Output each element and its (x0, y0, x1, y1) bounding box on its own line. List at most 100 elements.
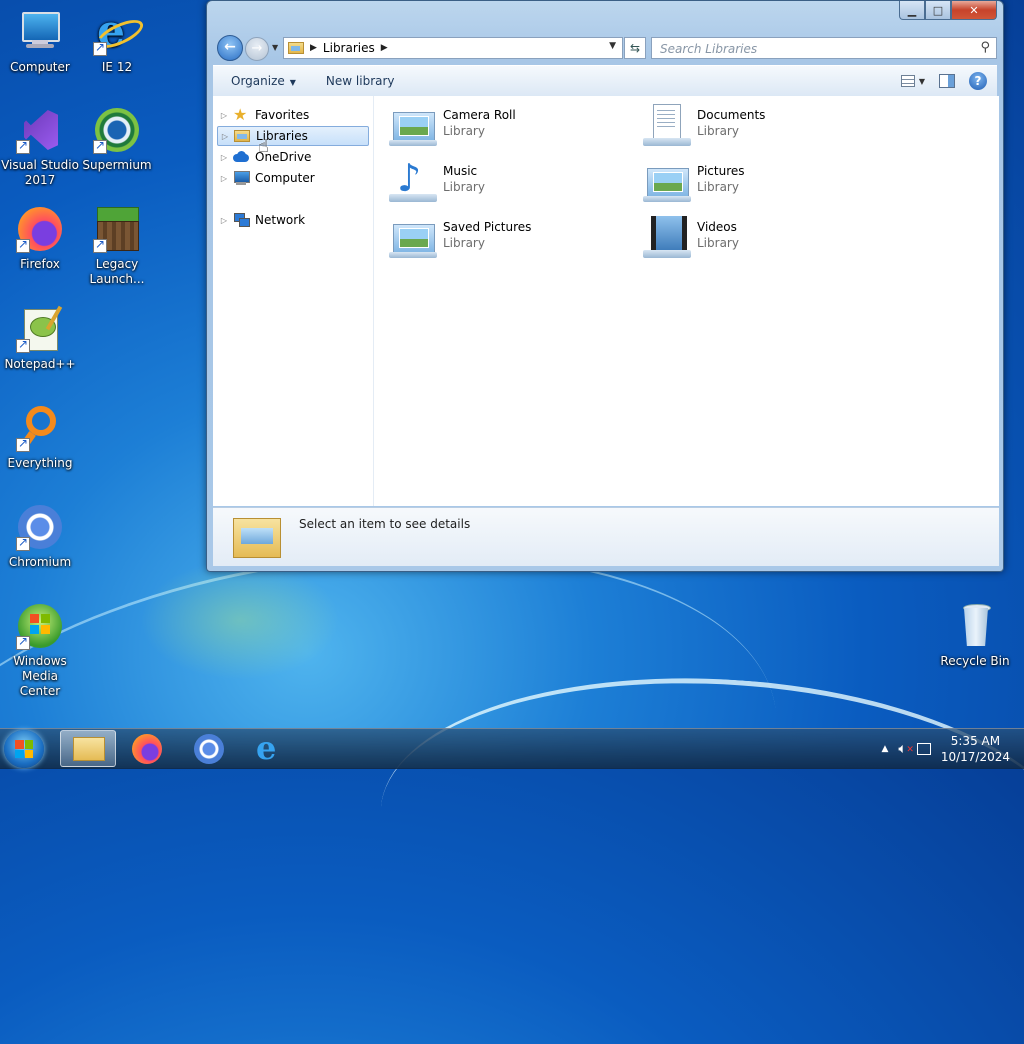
navigation-bar: ← → ▼ ▶ Libraries ▶ ▼ ⇆ ⚲ (215, 35, 997, 61)
refresh-button[interactable]: ⇆ (624, 37, 646, 59)
firefox-icon (16, 205, 64, 253)
start-button[interactable] (4, 730, 44, 768)
expand-arrow-icon[interactable]: ▷ (217, 111, 231, 120)
expand-arrow-icon[interactable]: ▷ (217, 216, 231, 225)
library-name: Documents (697, 108, 766, 122)
chevron-right-icon[interactable]: ▶ (381, 43, 388, 53)
breadcrumb-libraries[interactable]: Libraries (323, 41, 375, 55)
taskbar-firefox-button[interactable] (120, 730, 176, 767)
content-area: ▷ ★ Favorites ▷ Libraries ▷ OneDrive ▷ C… (213, 96, 999, 506)
library-item-videos[interactable]: Videos Library (643, 214, 893, 264)
libraries-folder-icon (288, 42, 304, 54)
taskbar: e ▲ 🔈︎ ✕ 5:35 AM 10/17/2024 (0, 728, 1024, 769)
search-icon[interactable]: ⚲ (980, 40, 990, 55)
desktop-icon-firefox[interactable]: Firefox (0, 205, 80, 272)
navigation-pane: ▷ ★ Favorites ▷ Libraries ▷ OneDrive ▷ C… (213, 96, 374, 506)
internet-explorer-icon: e (256, 729, 277, 767)
system-tray: ▲ 🔈︎ ✕ 5:35 AM 10/17/2024 (882, 733, 1011, 765)
address-dropdown-icon[interactable]: ▼ (609, 41, 616, 51)
clock[interactable]: 5:35 AM 10/17/2024 (941, 733, 1010, 765)
volume-muted-icon[interactable]: 🔈︎ ✕ (898, 741, 914, 757)
pictures-library-icon (389, 102, 437, 150)
desktop-icon-notepadpp[interactable]: Notepad++ (0, 305, 80, 372)
new-library-button[interactable]: New library (308, 74, 407, 88)
details-pane: Select an item to see details (213, 507, 999, 566)
desktop-icon-supermium[interactable]: Supermium (77, 106, 157, 173)
taskbar-ie-button[interactable]: e (242, 730, 298, 767)
expand-arrow-icon[interactable]: ▷ (217, 153, 231, 162)
computer-icon (233, 170, 250, 186)
nav-item-computer[interactable]: ▷ Computer (217, 168, 369, 188)
explorer-window: ▁ □ ✕ ← → ▼ ▶ Libraries ▶ ▼ ⇆ ⚲ Organize… (206, 0, 1004, 572)
library-name: Saved Pictures (443, 220, 532, 234)
desktop-icon-ie[interactable]: e IE 12 (77, 8, 157, 75)
search-input[interactable] (658, 39, 962, 59)
wallpaper-glow (140, 560, 340, 680)
library-name: Videos (697, 220, 737, 234)
expand-arrow-icon[interactable]: ▷ (217, 174, 231, 183)
new-library-label: New library (325, 74, 395, 88)
desktop-icon-label: Supermium (82, 158, 152, 172)
star-icon: ★ (233, 105, 248, 124)
nav-item-onedrive[interactable]: ▷ OneDrive (217, 147, 369, 167)
desktop-icon-recycle-bin[interactable]: Recycle Bin (935, 602, 1015, 669)
show-hidden-icons-icon[interactable]: ▲ (882, 744, 889, 754)
minimize-button[interactable]: ▁ (899, 1, 925, 20)
nav-item-favorites[interactable]: ▷ ★ Favorites (217, 105, 369, 125)
desktop-icon-label: Computer (10, 60, 70, 74)
nav-item-network[interactable]: ▷ Network (217, 210, 369, 230)
network-status-icon[interactable] (916, 743, 931, 755)
desktop-icon-visual-studio[interactable]: Visual Studio 2017 (0, 106, 80, 188)
organize-menu-button[interactable]: Organize ▼ (213, 74, 308, 88)
shortcut-arrow-icon (93, 40, 107, 56)
desktop-icon-chromium[interactable]: Chromium (0, 503, 80, 570)
taskbar-explorer-button[interactable] (60, 730, 116, 767)
search-box[interactable]: ⚲ (651, 37, 997, 59)
recent-pages-dropdown-icon[interactable]: ▼ (272, 43, 278, 52)
desktop-icon-legacy-launcher[interactable]: Legacy Launch... (77, 205, 157, 287)
chevron-down-icon: ▼ (289, 78, 296, 87)
computer-icon (16, 8, 64, 56)
library-type: Library (443, 180, 485, 194)
desktop-icon-label: Recycle Bin (940, 654, 1010, 668)
close-button[interactable]: ✕ (951, 1, 997, 20)
library-name: Pictures (697, 164, 745, 178)
details-text: Select an item to see details (299, 517, 471, 531)
minecraft-block-icon (93, 205, 141, 253)
library-item-documents[interactable]: Documents Library (643, 102, 893, 152)
network-icon (233, 212, 250, 228)
desktop-icon-everything[interactable]: Everything (0, 404, 80, 471)
desktop-icon-label: Chromium (8, 555, 72, 569)
library-item-saved-pictures[interactable]: Saved Pictures Library (389, 214, 639, 264)
supermium-icon (93, 106, 141, 154)
expand-arrow-icon[interactable]: ▷ (218, 132, 232, 141)
maximize-button[interactable]: □ (925, 1, 951, 20)
chevron-right-icon[interactable]: ▶ (310, 43, 317, 53)
shortcut-arrow-icon (93, 138, 107, 154)
nav-item-label: Network (255, 213, 306, 227)
library-item-music[interactable]: ♪ Music Library (389, 158, 639, 208)
taskbar-chromium-button[interactable] (182, 730, 238, 767)
library-type: Library (443, 236, 485, 250)
view-options-dropdown-icon[interactable]: ▼ (919, 77, 925, 86)
change-view-icon[interactable] (900, 75, 915, 87)
desktop-icon-label: Everything (7, 456, 73, 470)
internet-explorer-icon: e (93, 8, 147, 56)
chromium-icon (194, 734, 224, 764)
desktop-icon-computer[interactable]: Computer (0, 8, 80, 75)
visual-studio-icon (16, 106, 64, 154)
mouse-cursor-hand-icon: ☝ (258, 136, 269, 157)
address-bar[interactable]: ▶ Libraries ▶ ▼ (283, 37, 623, 59)
desktop-icon-windows-media-center[interactable]: Windows Media Center (0, 602, 80, 699)
help-icon[interactable]: ? (969, 72, 987, 90)
documents-library-icon (643, 102, 691, 150)
preview-pane-icon[interactable] (939, 74, 955, 88)
library-item-pictures[interactable]: Pictures Library (643, 158, 893, 208)
nav-item-label: Computer (255, 171, 315, 185)
desktop-icon-label: Visual Studio 2017 (1, 158, 79, 187)
chromium-icon (16, 503, 64, 551)
library-item-camera-roll[interactable]: Camera Roll Library (389, 102, 639, 152)
forward-button[interactable]: → (245, 37, 269, 61)
back-button[interactable]: ← (217, 35, 243, 61)
nav-item-libraries[interactable]: ▷ Libraries (217, 126, 369, 146)
